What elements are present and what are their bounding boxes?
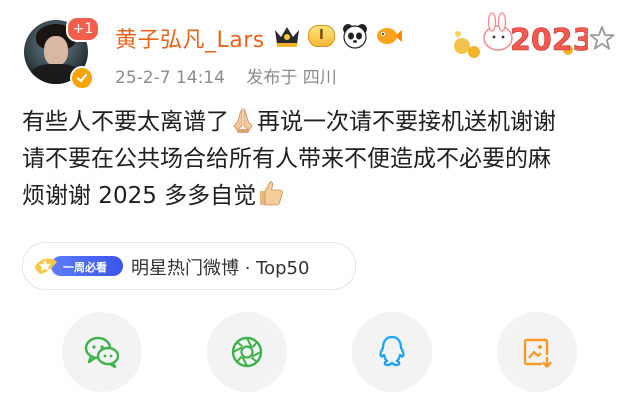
hot-weibo-tag[interactable]: 一周必看 明星热门微博 · Top50: [22, 242, 356, 290]
post-text-line3: 烦谢谢 2025 多多自觉: [22, 183, 257, 209]
avatar-container[interactable]: +1: [22, 16, 100, 90]
folded-hands-icon: [233, 107, 253, 133]
star-icon[interactable]: [588, 24, 616, 52]
verified-icon: [70, 66, 94, 90]
user-badges: I: [272, 20, 403, 52]
post-text-line2: 请不要在公共场合给所有人带来不便造成不必要的麻: [22, 146, 551, 172]
post-meta: 25-2-7 14:14 发布于 四川: [115, 63, 353, 88]
qq-icon: [379, 335, 405, 367]
fish-icon: [376, 28, 402, 44]
moments-icon: [231, 336, 263, 368]
panda-icon: [342, 24, 367, 49]
post-location: 发布于 四川: [246, 68, 337, 88]
post-timestamp: 25-2-7 14:14: [115, 68, 225, 88]
thumbs-up-icon: [260, 181, 283, 206]
user-name[interactable]: 黄子弘凡_Lars: [115, 22, 265, 54]
notification-badge: +1: [66, 16, 100, 42]
wechat-icon: [84, 336, 120, 369]
new-year-2023-decoration: 2023: [454, 12, 588, 58]
svg-text:一周必看: 一周必看: [63, 260, 107, 274]
svg-text:2023: 2023: [510, 23, 588, 58]
post-content: 有些人不要太离谱了 再说一次请不要接机送机谢谢 请不要在公共场合给所有人带来不便…: [22, 104, 622, 215]
weekly-must-see-badge: 一周必看: [35, 256, 123, 276]
share-moments-button[interactable]: [207, 312, 287, 392]
post-text-line1: 有些人不要太离谱了: [22, 109, 229, 135]
crown-icon: [275, 27, 299, 47]
hot-tag-title: 明星热门微博 · Top50: [131, 258, 310, 279]
save-image-icon: [523, 338, 552, 368]
share-qq-button[interactable]: [352, 312, 432, 392]
share-wechat-button[interactable]: [62, 312, 142, 392]
level-badge: I: [308, 25, 335, 47]
post-text-line1-cont: 再说一次请不要接机送机谢谢: [257, 109, 556, 135]
save-image-button[interactable]: [497, 312, 577, 392]
